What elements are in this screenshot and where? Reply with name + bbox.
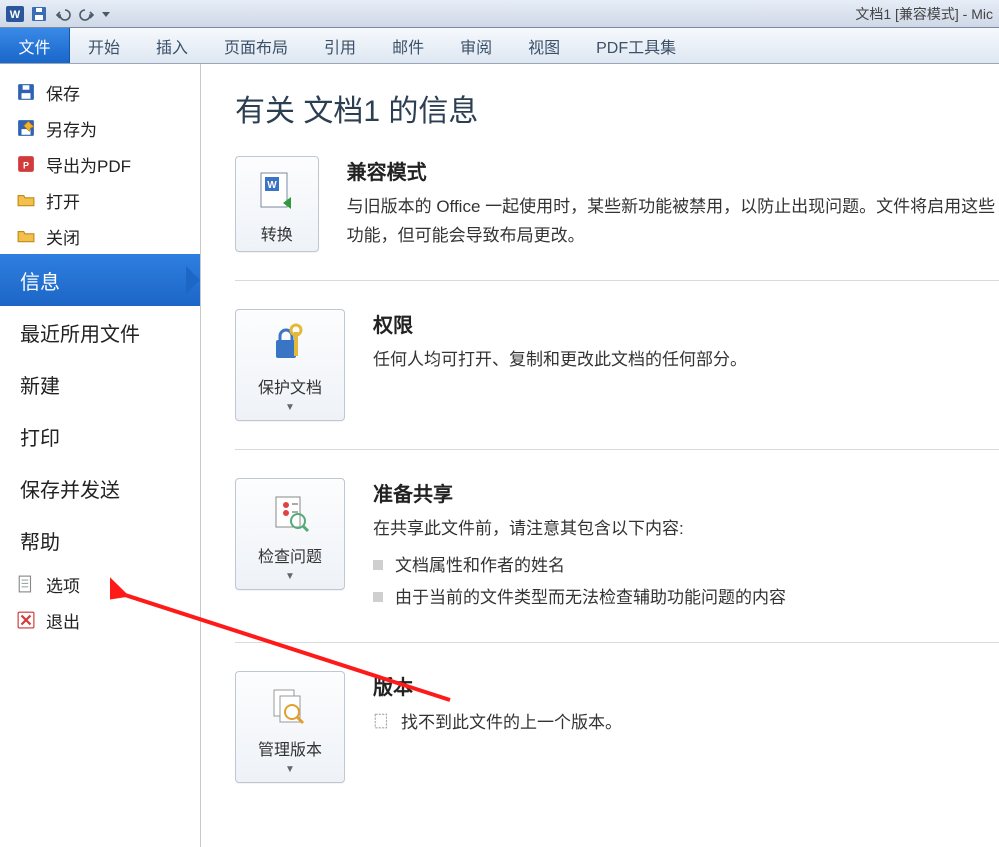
protect-document-button[interactable]: 保护文档 ▼ xyxy=(235,309,345,421)
version-missing-icon xyxy=(373,712,391,730)
section-body: 准备共享 在共享此文件前，请注意其包含以下内容: 文档属性和作者的姓名 由于当前… xyxy=(373,478,786,614)
sidebar-item-label: 关闭 xyxy=(46,224,80,249)
folder-open-icon xyxy=(16,190,36,210)
tab-review[interactable]: 审阅 xyxy=(442,28,510,63)
bullet-icon xyxy=(373,592,383,602)
sidebar-item-label: 打开 xyxy=(46,188,80,213)
tab-pdf-tools[interactable]: PDF工具集 xyxy=(578,28,694,63)
ribbon-tabs: 文件 开始 插入 页面布局 引用 邮件 审阅 视图 PDF工具集 xyxy=(0,28,999,64)
sidebar-item-label: 保存 xyxy=(46,80,80,105)
sidebar-print[interactable]: 打印 xyxy=(0,410,200,462)
dropdown-icon: ▼ xyxy=(240,762,340,776)
section-heading: 版本 xyxy=(373,671,622,700)
sidebar-save[interactable]: 保存 xyxy=(0,74,200,110)
section-heading: 兼容模式 xyxy=(347,156,999,185)
svg-text:W: W xyxy=(267,180,277,191)
section-body: 权限 任何人均可打开、复制和更改此文档的任何部分。 xyxy=(373,309,747,375)
sidebar-new[interactable]: 新建 xyxy=(0,358,200,410)
section-heading: 准备共享 xyxy=(373,478,786,507)
sidebar-open[interactable]: 打开 xyxy=(0,182,200,218)
backstage-main: 有关 文档1 的信息 W 转换 兼容模式 与旧版本的 Office 一起使用时，… xyxy=(201,64,999,847)
bullet-item: 文档属性和作者的姓名 xyxy=(373,550,786,582)
options-icon xyxy=(16,574,36,594)
sidebar-item-label: 另存为 xyxy=(46,116,97,141)
page-title: 有关 文档1 的信息 xyxy=(235,86,999,130)
sidebar-close[interactable]: 关闭 xyxy=(0,218,200,254)
sidebar-item-label: 退出 xyxy=(46,608,80,633)
bullet-text: 文档属性和作者的姓名 xyxy=(395,550,565,582)
bullet-item: 由于当前的文件类型而无法检查辅助功能问题的内容 xyxy=(373,582,786,614)
sidebar-item-label: 信息 xyxy=(20,266,60,295)
big-button-label: 保护文档 xyxy=(240,374,340,398)
bullet-text: 由于当前的文件类型而无法检查辅助功能问题的内容 xyxy=(395,582,786,614)
section-compatibility: W 转换 兼容模式 与旧版本的 Office 一起使用时，某些新功能被禁用，以防… xyxy=(235,156,999,281)
qat-customize-icon[interactable] xyxy=(100,3,112,25)
window-title: 文档1 [兼容模式] - Mic xyxy=(855,4,993,24)
backstage: 保存 另存为 P 导出为PDF 打开 关闭 信息 最近所用文件 新建 打印 xyxy=(0,64,999,847)
tab-pagelayout[interactable]: 页面布局 xyxy=(206,28,306,63)
save-icon xyxy=(16,82,36,102)
sidebar-item-label: 保存并发送 xyxy=(20,474,120,503)
dropdown-icon: ▼ xyxy=(240,569,340,583)
folder-close-icon xyxy=(16,226,36,246)
word-app-icon[interactable]: W xyxy=(4,3,26,25)
sidebar-recent[interactable]: 最近所用文件 xyxy=(0,306,200,358)
section-text: 任何人均可打开、复制和更改此文档的任何部分。 xyxy=(373,346,747,375)
tab-view[interactable]: 视图 xyxy=(510,28,578,63)
title-bar: W 文档1 [兼容模式] - Mic xyxy=(0,0,999,28)
backstage-sidebar: 保存 另存为 P 导出为PDF 打开 关闭 信息 最近所用文件 新建 打印 xyxy=(0,64,201,847)
sidebar-export-pdf[interactable]: P 导出为PDF xyxy=(0,146,200,182)
manage-versions-button[interactable]: 管理版本 ▼ xyxy=(235,671,345,783)
sidebar-save-send[interactable]: 保存并发送 xyxy=(0,462,200,514)
bullet-list: 文档属性和作者的姓名 由于当前的文件类型而无法检查辅助功能问题的内容 xyxy=(373,550,786,615)
sidebar-help[interactable]: 帮助 xyxy=(0,514,200,566)
tab-mailings[interactable]: 邮件 xyxy=(374,28,442,63)
check-issues-button[interactable]: 检查问题 ▼ xyxy=(235,478,345,590)
big-button-label: 转换 xyxy=(240,221,314,245)
save-icon[interactable] xyxy=(28,3,50,25)
sidebar-exit[interactable]: 退出 xyxy=(0,602,200,638)
section-text: 在共享此文件前，请注意其包含以下内容: xyxy=(373,515,786,544)
convert-button[interactable]: W 转换 xyxy=(235,156,319,252)
section-body: 版本 找不到此文件的上一个版本。 xyxy=(373,671,622,733)
lock-key-icon xyxy=(240,320,340,368)
convert-icon: W xyxy=(240,167,314,215)
sidebar-options[interactable]: 选项 xyxy=(0,566,200,602)
sidebar-item-label: 导出为PDF xyxy=(46,152,131,177)
section-text: 与旧版本的 Office 一起使用时，某些新功能被禁用，以防止出现问题。文件将启… xyxy=(347,193,999,251)
quick-access-toolbar: W xyxy=(0,3,112,25)
version-line: 找不到此文件的上一个版本。 xyxy=(373,708,622,733)
sidebar-info[interactable]: 信息 xyxy=(0,254,200,306)
exit-icon xyxy=(16,610,36,630)
section-versions: 管理版本 ▼ 版本 找不到此文件的上一个版本。 xyxy=(235,671,999,811)
inspect-icon xyxy=(240,489,340,537)
big-button-label: 检查问题 xyxy=(240,543,340,567)
big-button-label: 管理版本 xyxy=(240,736,340,760)
section-heading: 权限 xyxy=(373,309,747,338)
svg-text:W: W xyxy=(10,9,21,21)
svg-text:P: P xyxy=(23,161,29,171)
pdf-icon: P xyxy=(16,154,36,174)
section-prepare-share: 检查问题 ▼ 准备共享 在共享此文件前，请注意其包含以下内容: 文档属性和作者的… xyxy=(235,478,999,643)
sidebar-item-label: 选项 xyxy=(46,572,80,597)
sidebar-item-label: 打印 xyxy=(20,422,60,451)
sidebar-save-as[interactable]: 另存为 xyxy=(0,110,200,146)
tab-file[interactable]: 文件 xyxy=(0,28,70,63)
versions-icon xyxy=(240,682,340,730)
undo-icon[interactable] xyxy=(52,3,74,25)
section-body: 兼容模式 与旧版本的 Office 一起使用时，某些新功能被禁用，以防止出现问题… xyxy=(347,156,999,251)
tab-insert[interactable]: 插入 xyxy=(138,28,206,63)
sidebar-item-label: 最近所用文件 xyxy=(20,318,140,347)
bullet-icon xyxy=(373,560,383,570)
redo-icon[interactable] xyxy=(76,3,98,25)
save-as-icon xyxy=(16,118,36,138)
sidebar-item-label: 帮助 xyxy=(20,526,60,555)
sidebar-item-label: 新建 xyxy=(20,370,60,399)
dropdown-icon: ▼ xyxy=(240,400,340,414)
tab-home[interactable]: 开始 xyxy=(70,28,138,63)
version-text: 找不到此文件的上一个版本。 xyxy=(401,708,622,733)
section-permissions: 保护文档 ▼ 权限 任何人均可打开、复制和更改此文档的任何部分。 xyxy=(235,309,999,450)
tab-references[interactable]: 引用 xyxy=(306,28,374,63)
